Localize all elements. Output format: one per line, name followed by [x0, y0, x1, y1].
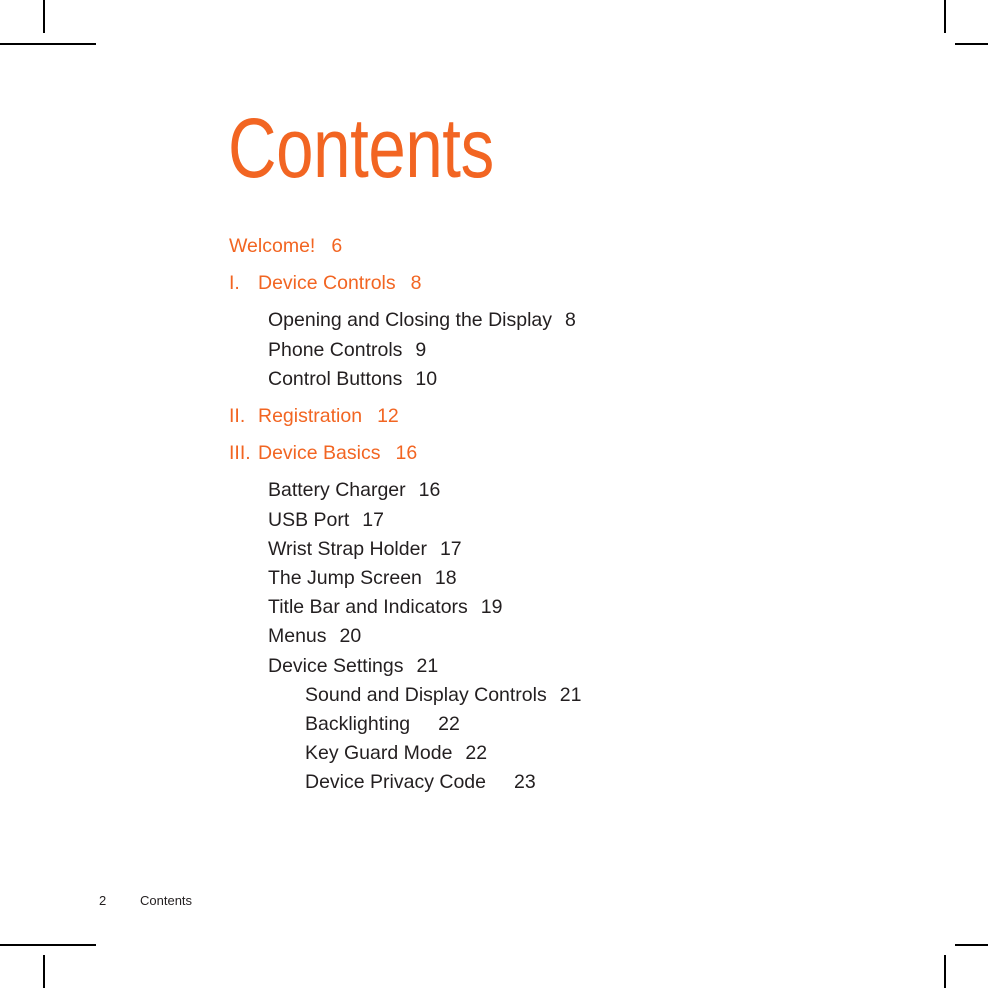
toc-entry[interactable]: Device Settings 21	[0, 652, 988, 681]
toc-entry-page-number: 8	[565, 309, 576, 332]
toc-entry[interactable]: USB Port 17	[0, 506, 988, 535]
toc-entry-label: USB Port	[268, 508, 350, 531]
toc-entry-numeral: I.	[229, 272, 240, 295]
toc-entry[interactable]: Phone Controls 9	[0, 336, 988, 365]
toc-entry-page-number: 21	[416, 654, 439, 677]
toc-entry-label: Device Privacy Code	[305, 771, 486, 794]
toc-entry-label: Opening and Closing the Display	[268, 309, 553, 332]
toc-entry[interactable]: The Jump Screen 18	[0, 564, 988, 593]
toc-entry[interactable]: III. Device Basics 16	[0, 439, 988, 468]
crop-mark-top-left-horizontal	[0, 43, 96, 45]
crop-mark-top-left-vertical	[43, 0, 45, 33]
toc-entry-label: Device Controls	[258, 272, 396, 295]
toc-entry-page-number: 16	[418, 479, 441, 502]
page-footer: 2 Contents	[0, 892, 988, 910]
table-of-contents: Welcome! 6 I. Device Controls 8 Opening and C…	[0, 232, 988, 798]
crop-mark-bottom-right-vertical	[944, 955, 946, 988]
toc-entry-page-number: 22	[465, 742, 488, 765]
toc-entry[interactable]: Title Bar and Indicators 19	[0, 593, 988, 622]
toc-entry-page-number: 20	[339, 625, 362, 648]
crop-mark-bottom-left-vertical	[43, 955, 45, 988]
toc-entry[interactable]: Device Privacy Code 23	[0, 768, 988, 797]
toc-entry[interactable]: Sound and Display Controls 21	[0, 681, 988, 710]
toc-entry-page-number: 21	[559, 683, 582, 706]
toc-entry-label: Phone Controls	[268, 338, 403, 361]
toc-entry-label: Device Settings	[268, 654, 404, 677]
toc-entry-numeral: III.	[229, 442, 251, 465]
toc-entry-page-number: 10	[415, 367, 438, 390]
toc-entry[interactable]: II. Registration 12	[0, 402, 988, 431]
toc-entry-label: The Jump Screen	[268, 567, 422, 590]
toc-entry[interactable]: Welcome! 6	[0, 232, 988, 261]
toc-entry-page-number: 17	[362, 508, 384, 531]
crop-mark-top-right-horizontal	[955, 43, 988, 45]
toc-entry[interactable]: Menus 20	[0, 622, 988, 651]
page-title: Contents	[228, 101, 494, 195]
toc-entry-label: Key Guard Mode	[305, 742, 453, 765]
toc-entry[interactable]: I. Device Controls 8	[0, 269, 988, 298]
toc-entry[interactable]: Key Guard Mode 22	[0, 739, 988, 768]
toc-entry-label: Control Buttons	[268, 367, 403, 390]
toc-entry-page-number: 8	[410, 272, 422, 295]
toc-entry-page-number: 17	[439, 537, 462, 560]
footer-page-number: 2	[99, 893, 107, 908]
toc-entry-page-number: 22	[438, 713, 460, 736]
toc-entry-label: Registration	[258, 405, 363, 428]
toc-entry-label: Wrist Strap Holder	[268, 537, 427, 560]
toc-entry-label: Device Basics	[258, 442, 381, 465]
toc-entry-page-number: 16	[395, 442, 418, 465]
toc-entry-label: Battery Charger	[268, 479, 406, 502]
toc-entry[interactable]: Opening and Closing the Display 8	[0, 306, 988, 335]
toc-entry-label: Menus	[268, 625, 327, 648]
crop-mark-top-right-vertical	[944, 0, 946, 33]
toc-entry-page-number: 9	[415, 338, 427, 361]
toc-entry-page-number: 23	[513, 771, 536, 794]
toc-entry-page-number: 18	[434, 567, 457, 590]
toc-entry[interactable]: Wrist Strap Holder 17	[0, 535, 988, 564]
toc-entry-label: Sound and Display Controls	[305, 683, 547, 706]
footer-section-label: Contents	[140, 893, 193, 908]
toc-entry[interactable]: Control Buttons 10	[0, 365, 988, 394]
crop-mark-bottom-left-horizontal	[0, 944, 96, 946]
toc-entry-page-number: 19	[480, 596, 503, 619]
toc-entry[interactable]: Backlighting 22	[0, 710, 988, 739]
toc-entry-page-number: 12	[377, 405, 399, 428]
toc-entry[interactable]: Battery Charger 16	[0, 476, 988, 505]
toc-entry-label: Welcome!	[229, 235, 316, 257]
toc-entry-label: Backlighting	[305, 713, 411, 736]
toc-entry-page-number: 6	[331, 235, 343, 257]
toc-entry-numeral: II.	[229, 405, 246, 428]
toc-entry-label: Title Bar and Indicators	[268, 596, 468, 619]
crop-mark-bottom-right-horizontal	[955, 944, 988, 946]
